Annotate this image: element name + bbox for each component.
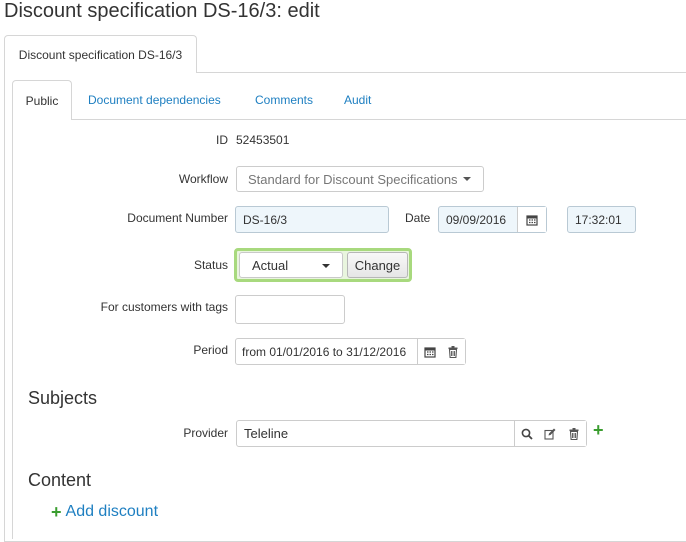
trash-icon[interactable]: [441, 339, 465, 364]
calendar-icon[interactable]: [517, 207, 546, 232]
tab-comments[interactable]: Comments: [255, 80, 313, 120]
search-icon[interactable]: [514, 421, 538, 446]
status-label: Status: [193, 258, 228, 272]
page-title: Discount specification DS-16/3: edit: [4, 0, 320, 22]
document-number-label: Document Number: [127, 211, 228, 225]
add-discount-link[interactable]: + Add discount: [51, 503, 158, 521]
tab-public[interactable]: Public: [12, 80, 72, 120]
subjects-section-title: Subjects: [28, 388, 98, 408]
workflow-select[interactable]: Standard for Discount Specifications: [236, 166, 484, 192]
period-input-value: from 01/01/2016 to 31/12/2016: [242, 344, 407, 359]
document-number-input[interactable]: DS-16/3: [235, 206, 389, 233]
tab-document-dependencies[interactable]: Document dependencies: [88, 80, 221, 120]
calendar-icon[interactable]: [417, 339, 441, 364]
chevron-down-icon: [462, 177, 471, 181]
plus-icon: +: [51, 502, 62, 522]
time-input[interactable]: 17:32:01: [567, 206, 636, 233]
workflow-select-value: Standard for Discount Specifications: [248, 171, 458, 187]
date-input-value: 09/09/2016: [446, 212, 507, 227]
chevron-down-icon: [322, 264, 330, 268]
period-input[interactable]: from 01/01/2016 to 31/12/2016: [235, 338, 466, 365]
provider-input[interactable]: Teleline: [236, 420, 587, 447]
content-section-title: Content: [28, 470, 92, 490]
outer-tab-discount-specification[interactable]: Discount specification DS-16/3: [4, 35, 197, 73]
customer-tags-label: For customers with tags: [100, 300, 228, 314]
date-label: Date: [405, 211, 431, 225]
trash-icon[interactable]: [562, 421, 586, 446]
date-input[interactable]: 09/09/2016: [438, 206, 547, 233]
customer-tags-input[interactable]: [235, 295, 345, 324]
status-select-value: Actual: [252, 257, 289, 273]
change-status-button[interactable]: Change: [347, 252, 408, 278]
period-label: Period: [193, 343, 228, 357]
edit-icon[interactable]: [538, 421, 562, 446]
workflow-label: Workflow: [178, 172, 228, 186]
provider-label: Provider: [183, 426, 228, 440]
provider-input-value: Teleline: [244, 426, 289, 441]
status-select[interactable]: Actual: [239, 252, 343, 278]
id-value: 52453501: [236, 133, 290, 147]
add-provider-plus-icon[interactable]: +: [593, 421, 604, 439]
id-label: ID: [216, 133, 228, 147]
add-discount-label: Add discount: [65, 503, 159, 520]
tab-audit[interactable]: Audit: [344, 80, 371, 120]
